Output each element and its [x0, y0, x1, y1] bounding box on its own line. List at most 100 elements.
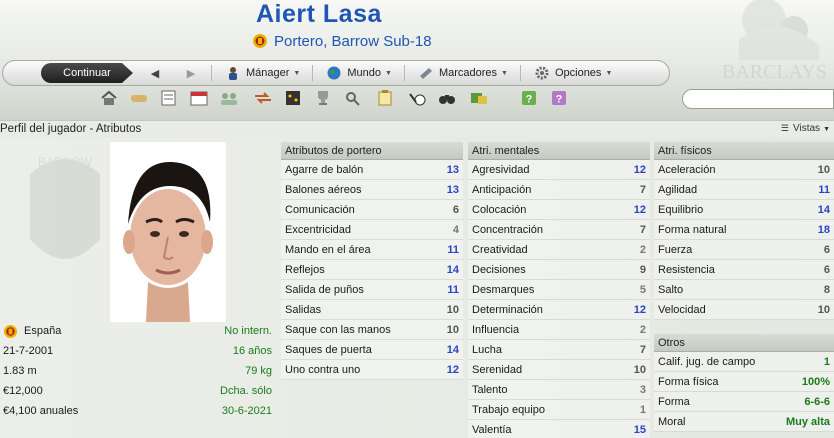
attribute-row[interactable]: Lucha 7	[468, 340, 650, 360]
panel-title: Atri. mentales	[468, 142, 650, 160]
attribute-label: Balones aéreos	[285, 183, 362, 196]
page-title: Perfil del jugador - Atributos	[0, 123, 142, 135]
attribute-row[interactable]: Excentricidad 4	[281, 220, 463, 240]
attribute-row[interactable]: Comunicación 6	[281, 200, 463, 220]
attribute-label: Talento	[472, 383, 508, 396]
attribute-label: Serenidad	[472, 363, 523, 376]
attribute-row[interactable]: Uno contra uno 12	[281, 360, 463, 380]
attribute-row[interactable]: Concentración 7	[468, 220, 650, 240]
attribute-row[interactable]: Serenidad 10	[468, 360, 650, 380]
attribute-label: Fuerza	[658, 243, 693, 256]
attribute-row[interactable]: Velocidad 10	[654, 300, 834, 320]
attribute-row[interactable]: Forma 6-6-6	[654, 392, 834, 412]
menu-bookmarks[interactable]: Marcadores ▼	[419, 66, 508, 80]
attribute-label: Agresividad	[472, 163, 530, 176]
attribute-row[interactable]: Valentía 15	[468, 420, 650, 438]
tactics-icon[interactable]	[284, 90, 302, 106]
attribute-row[interactable]: Reflejos 14	[281, 260, 463, 280]
attribute-value: 10	[446, 303, 459, 316]
notes-icon[interactable]	[160, 90, 178, 106]
attribute-value: 10	[817, 163, 830, 176]
attribute-label: Salto	[658, 283, 684, 296]
attribute-row[interactable]: Agilidad 11	[654, 180, 834, 200]
market-value: €12,000	[3, 385, 43, 397]
attribute-row[interactable]: Moral Muy alta	[654, 412, 834, 432]
attribute-row[interactable]: Determinación 12	[468, 300, 650, 320]
views-icon: ☰	[780, 123, 789, 133]
attribute-value: 7	[639, 183, 646, 196]
continue-button[interactable]: Continuar	[41, 63, 133, 83]
attribute-row[interactable]: Forma natural 18	[654, 220, 834, 240]
attribute-value: 2	[639, 243, 646, 256]
attribute-row[interactable]: Resistencia 6	[654, 260, 834, 280]
search-input[interactable]	[682, 89, 834, 109]
attribute-row[interactable]: Anticipación 7	[468, 180, 650, 200]
nav-separator	[519, 65, 521, 81]
attribute-row[interactable]: Creatividad 2	[468, 240, 650, 260]
training-icon[interactable]	[408, 90, 426, 106]
attribute-value: 11	[447, 283, 459, 296]
attribute-row[interactable]: Calif. jug. de campo 1	[654, 352, 834, 372]
attribute-row[interactable]: Trabajo equipo 1	[468, 400, 650, 420]
attribute-row[interactable]: Agresividad 12	[468, 160, 650, 180]
help-purple-icon[interactable]: ?	[550, 90, 568, 106]
attribute-value: 14	[446, 263, 459, 276]
menu-options[interactable]: Opciones ▼	[535, 66, 612, 80]
contract-icon[interactable]	[130, 90, 148, 106]
info-row-dob: 21-7-2001 16 años	[0, 341, 276, 361]
attribute-label: Moral	[658, 415, 686, 428]
views-dropdown[interactable]: ☰ Vistas ▼	[781, 123, 830, 134]
attribute-row[interactable]: Colocación 12	[468, 200, 650, 220]
help-icon[interactable]: ?	[520, 90, 538, 106]
contract-end: 30-6-2021	[221, 405, 272, 417]
manager-icon	[229, 67, 237, 80]
attribute-row[interactable]: Saque con las manos 10	[281, 320, 463, 340]
attribute-row[interactable]: Balones aéreos 13	[281, 180, 463, 200]
home-icon[interactable]	[100, 90, 118, 106]
attribute-row[interactable]: Equilibrio 14	[654, 200, 834, 220]
attribute-row[interactable]: Saques de puerta 14	[281, 340, 463, 360]
finances-icon[interactable]	[470, 90, 488, 106]
menu-world-label: Mundo	[347, 67, 381, 79]
attribute-value: 14	[446, 343, 459, 356]
attribute-row[interactable]: Salida de puños 11	[281, 280, 463, 300]
clipboard-icon[interactable]	[376, 90, 394, 106]
attribute-value: 10	[817, 303, 830, 316]
attribute-label: Saque con las manos	[285, 323, 391, 336]
squad-icon[interactable]	[220, 90, 238, 106]
attribute-label: Forma natural	[658, 223, 727, 236]
attribute-row[interactable]: Agarre de balón 13	[281, 160, 463, 180]
scout-icon[interactable]	[344, 90, 362, 106]
nav-separator	[211, 65, 212, 81]
forward-arrow-icon[interactable]: ▶	[183, 65, 199, 81]
attribute-label: Concentración	[472, 223, 543, 236]
back-arrow-icon[interactable]: ◀	[147, 65, 163, 81]
attribute-row[interactable]: Forma física 100%	[654, 372, 834, 392]
attribute-row[interactable]: Influencia 2	[468, 320, 650, 340]
attribute-label: Determinación	[472, 303, 543, 316]
attribute-label: Decisiones	[472, 263, 526, 276]
attribute-row[interactable]: Talento 3	[468, 380, 650, 400]
trophy-icon[interactable]	[314, 90, 332, 106]
menu-manager[interactable]: Mánager ▼	[226, 66, 300, 80]
attribute-value: 6	[823, 263, 830, 276]
attribute-label: Excentricidad	[285, 223, 352, 236]
attribute-row[interactable]: Mando en el área 11	[281, 240, 463, 260]
attribute-label: Anticipación	[472, 183, 532, 196]
attribute-row[interactable]: Decisiones 9	[468, 260, 650, 280]
attribute-label: Velocidad	[658, 303, 706, 316]
header: BARCLAYS PREMIER LEAGUE Aiert Lasa Porte…	[0, 0, 834, 120]
svg-text:BARROW: BARROW	[38, 155, 93, 169]
attribute-label: Creatividad	[472, 243, 528, 256]
calendar-icon[interactable]	[190, 90, 208, 106]
binoculars-icon[interactable]	[438, 90, 456, 106]
svg-text:BARCLAYS: BARCLAYS	[722, 61, 827, 83]
transfer-icon[interactable]	[254, 90, 272, 106]
attribute-row[interactable]: Fuerza 6	[654, 240, 834, 260]
attribute-row[interactable]: Salto 8	[654, 280, 834, 300]
menu-world[interactable]: Mundo ▼	[327, 66, 392, 80]
attribute-row[interactable]: Desmarques 5	[468, 280, 650, 300]
attribute-row[interactable]: Aceleración 10	[654, 160, 834, 180]
attribute-row[interactable]: Salidas 10	[281, 300, 463, 320]
attribute-label: Lucha	[472, 343, 502, 356]
